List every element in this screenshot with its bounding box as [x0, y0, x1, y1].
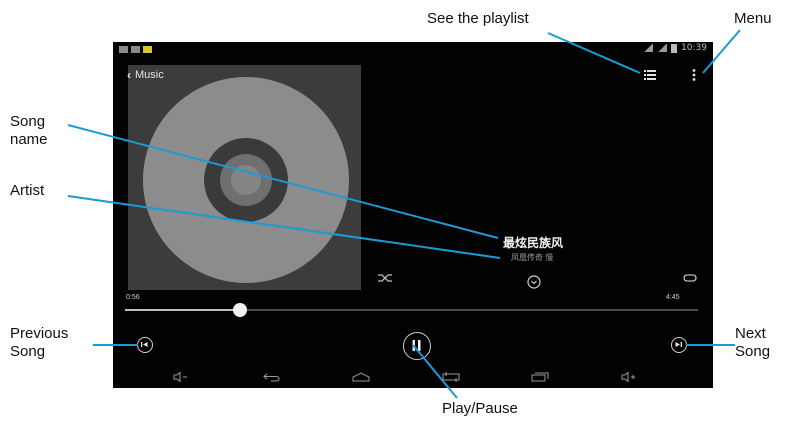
pause-icon [412, 340, 421, 351]
song-name-label: Song name [10, 113, 48, 148]
signal-icon [643, 44, 654, 52]
signal-icon [657, 44, 668, 52]
overflow-menu-icon[interactable] [692, 69, 696, 81]
next-song-label: Next Song [735, 325, 771, 360]
chevron-left-icon: ‹ [127, 68, 131, 82]
previous-song-label: Previous Song [10, 325, 69, 360]
skip-previous-icon [141, 342, 148, 347]
play-pause-button[interactable] [403, 332, 431, 360]
previous-song-button[interactable] [137, 337, 153, 353]
system-status: 10:39 [643, 43, 707, 53]
settings-notification-icon [131, 45, 140, 53]
seek-progress [125, 309, 240, 311]
screenshot-icon[interactable] [441, 372, 461, 382]
notification-icons [119, 44, 152, 54]
menu-label: Menu [734, 10, 772, 27]
back-to-music[interactable]: ‹ Music [127, 68, 164, 82]
seek-thumb[interactable] [232, 303, 247, 317]
artist-label: Artist [10, 182, 45, 199]
album-art [128, 65, 361, 290]
music-player-screen: 10:39 ‹ Music 最炫民族风 凤凰传奇 慢 0:56 4:45 [113, 42, 713, 388]
status-bar: 10:39 [113, 42, 713, 56]
page-title: Music [135, 69, 164, 81]
repeat-icon[interactable] [682, 272, 698, 284]
next-song-button[interactable] [671, 337, 687, 353]
disc-icon [143, 77, 349, 283]
status-time: 10:39 [681, 43, 707, 53]
system-nav-bar [113, 366, 713, 388]
total-time: 4:45 [666, 294, 680, 301]
song-title: 最炫民族风 [503, 236, 564, 250]
image-notification-icon [119, 45, 128, 53]
seek-bar[interactable] [125, 303, 698, 317]
chevron-down-icon[interactable] [527, 275, 541, 289]
see-playlist-label: See the playlist [427, 10, 529, 27]
recent-apps-icon[interactable] [531, 372, 549, 382]
mail-notification-icon [143, 45, 152, 53]
play-pause-label: Play/Pause [442, 400, 518, 417]
volume-down-icon[interactable] [173, 372, 189, 382]
artist-name: 凤凰传奇 慢 [511, 253, 554, 262]
battery-icon [671, 43, 678, 53]
shuffle-icon[interactable] [377, 272, 393, 284]
volume-up-icon[interactable] [621, 372, 637, 382]
skip-next-icon [675, 342, 682, 347]
elapsed-time: 0:56 [126, 294, 140, 301]
list-icon[interactable] [644, 69, 656, 81]
back-icon[interactable] [263, 372, 281, 382]
home-icon[interactable] [351, 372, 371, 382]
